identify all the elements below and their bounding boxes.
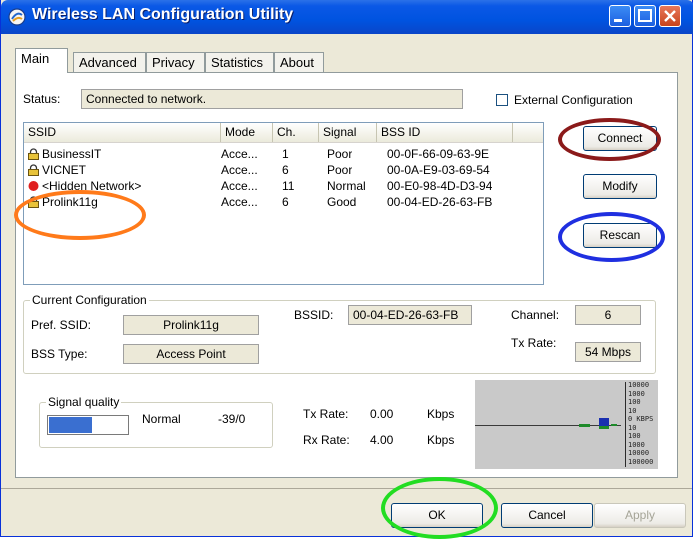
maximize-icon (638, 9, 652, 22)
tab-main[interactable]: Main (15, 48, 68, 73)
lock-icon (28, 164, 39, 176)
external-config-label: External Configuration (514, 93, 633, 107)
channel-field: 6 (575, 305, 641, 325)
scale-label: 10000 (628, 381, 650, 389)
signal-quality-fill (49, 417, 92, 433)
red-dot-icon (28, 181, 39, 191)
pref-ssid-field: Prolink11g (123, 315, 259, 335)
scale-label: 10000 (628, 449, 650, 457)
app-icon (8, 8, 26, 26)
column-bssid[interactable]: BSS ID (377, 123, 513, 142)
network-bssid: 00-0A-E9-03-69-54 (387, 163, 490, 177)
tx-rate-field: 54 Mbps (575, 342, 641, 362)
bss-type-field: Access Point (123, 344, 259, 364)
scale-label: 100 (628, 432, 641, 440)
network-mode: Acce... (221, 179, 258, 193)
tx-rate-stat-label: Tx Rate: (303, 407, 349, 421)
tab-about[interactable]: About (274, 52, 324, 72)
column-ssid[interactable]: SSID (24, 123, 221, 142)
annotation-circle-rescan (558, 212, 665, 262)
signal-quality-title: Signal quality (46, 395, 122, 409)
close-icon (664, 10, 676, 22)
column-mode[interactable]: Mode (221, 123, 273, 142)
scale-label: 10 (628, 423, 637, 432)
graph-scale-labels: 10000 1000 100 10 0 KBPS 10 100 1000 100… (628, 381, 653, 466)
network-signal: Poor (327, 163, 353, 177)
network-channel: 6 (282, 195, 289, 209)
annotation-circle-ok (381, 477, 498, 539)
minimize-button[interactable] (609, 5, 631, 27)
network-channel: 6 (282, 163, 289, 177)
network-mode: Acce... (221, 163, 258, 177)
tab-statistics[interactable]: Statistics (205, 52, 274, 72)
rx-rate-unit: Kbps (427, 433, 455, 447)
network-mode: Acce... (221, 195, 258, 209)
annotation-circle-prolink (14, 190, 146, 240)
network-channel: 11 (282, 179, 295, 193)
footer-divider (1, 488, 692, 489)
status-label: Status: (23, 92, 61, 106)
network-row[interactable]: VICNET Acce... 6 Poor 00-0A-E9-03-69-54 (24, 163, 543, 179)
tx-rate-label: Tx Rate: (511, 336, 557, 350)
network-list-header: SSID Mode Ch. Signal BSS ID (24, 123, 543, 143)
annotation-circle-connect (558, 118, 661, 161)
network-signal: Poor (327, 147, 353, 161)
close-button[interactable] (659, 5, 681, 27)
status-field: Connected to network. (81, 89, 463, 109)
network-ssid: VICNET (42, 163, 87, 177)
scale-label: 100 (628, 398, 641, 406)
network-bssid: 00-0F-66-09-63-9E (387, 147, 490, 161)
pref-ssid-label: Pref. SSID: (31, 318, 92, 332)
channel-label: Channel: (511, 308, 560, 322)
title-bar[interactable]: Wireless LAN Configuration Utility (1, 0, 693, 34)
scale-label: 10 (628, 406, 637, 415)
signal-quality-bar (47, 415, 129, 435)
bssid-label: BSSID: (294, 308, 334, 322)
graph-tx-bar-2 (599, 426, 609, 429)
window-title: Wireless LAN Configuration Utility (32, 6, 294, 23)
external-config-checkbox[interactable] (496, 94, 508, 106)
column-channel[interactable]: Ch. (273, 123, 319, 142)
tx-rate-unit: Kbps (427, 407, 455, 421)
network-bssid: 00-04-ED-26-63-FB (387, 195, 493, 209)
network-signal: Good (327, 195, 357, 209)
signal-quality-text: Normal (142, 412, 181, 426)
tx-rate-stat-value: 0.00 (370, 407, 394, 421)
network-signal: Normal (327, 179, 366, 193)
graph-tx-bar-3 (611, 424, 617, 426)
current-configuration-group: Current Configuration (23, 293, 656, 374)
rx-rate-stat-value: 4.00 (370, 433, 394, 447)
apply-button[interactable]: Apply (594, 503, 686, 528)
throughput-graph: 10000 1000 100 10 0 KBPS 10 100 1000 100… (475, 380, 658, 469)
network-channel: 1 (282, 147, 289, 161)
scale-label: 1000 (628, 389, 645, 398)
scale-label: 1000 (628, 440, 645, 449)
lock-icon (28, 148, 39, 160)
signal-level: -39/0 (218, 412, 246, 426)
graph-rx-bar (599, 418, 609, 426)
network-ssid: BusinessIT (42, 147, 102, 161)
rx-rate-stat-label: Rx Rate: (303, 433, 350, 447)
tab-privacy[interactable]: Privacy (146, 52, 205, 72)
network-row[interactable]: BusinessIT Acce... 1 Poor 00-0F-66-09-63… (24, 147, 543, 163)
column-signal[interactable]: Signal (319, 123, 377, 142)
main-window: Wireless LAN Configuration Utility Main … (0, 0, 693, 539)
current-configuration-title: Current Configuration (30, 293, 149, 307)
tab-advanced[interactable]: Advanced (73, 52, 146, 72)
maximize-button[interactable] (634, 5, 656, 27)
modify-button[interactable]: Modify (583, 174, 657, 199)
cancel-button[interactable]: Cancel (501, 503, 593, 528)
minimize-icon (614, 19, 622, 22)
graph-tx-bar (579, 424, 590, 427)
scale-label: 100000 (628, 457, 654, 466)
network-mode: Acce... (221, 147, 258, 161)
bssid-field: 00-04-ED-26-63-FB (348, 305, 472, 325)
network-bssid: 00-E0-98-4D-D3-94 (387, 179, 493, 193)
graph-scale-axis (625, 382, 626, 467)
bss-type-label: BSS Type: (31, 347, 88, 361)
scale-label: 0 KBPS (628, 415, 654, 423)
